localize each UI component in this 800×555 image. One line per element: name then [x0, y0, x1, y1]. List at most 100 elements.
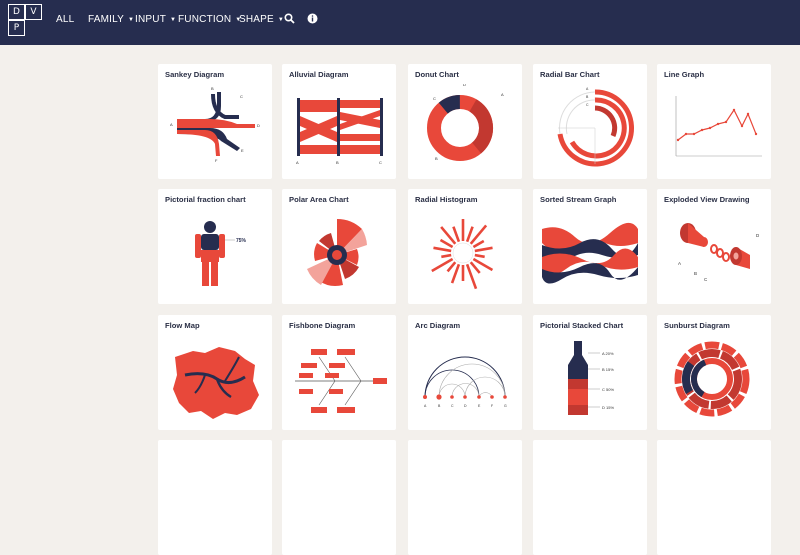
svg-text:G: G	[504, 404, 507, 408]
card-arc-diagram[interactable]: Arc Diagram A B C D E F G	[408, 315, 522, 430]
fishbone-diagram-thumbnail	[295, 349, 387, 413]
chevron-down-icon: ▼	[170, 16, 177, 23]
radial-histogram-thumbnail	[431, 219, 494, 290]
polar-area-chart-thumbnail	[307, 218, 367, 286]
svg-text:B: B	[438, 404, 441, 408]
card-title: Flow Map	[165, 321, 200, 330]
nav-input[interactable]: INPUT ▼	[135, 14, 176, 25]
svg-text:A: A	[678, 261, 681, 266]
svg-text:D: D	[464, 404, 467, 408]
card-line-graph[interactable]: Line Graph	[657, 64, 771, 179]
card-radial-histogram[interactable]: Radial Histogram	[408, 189, 522, 304]
nav-family-label: FAMILY	[88, 14, 125, 25]
svg-text:A: A	[424, 404, 427, 408]
logo-letter	[25, 20, 42, 36]
svg-text:C: C	[586, 103, 589, 107]
card-partial[interactable]	[408, 440, 522, 555]
svg-text:C: C	[433, 96, 436, 101]
card-title: Arc Diagram	[415, 321, 461, 330]
sorted-stream-graph-thumbnail	[542, 222, 638, 284]
nav-family[interactable]: FAMILY ▼	[88, 14, 134, 25]
search-icon[interactable]	[284, 13, 295, 24]
card-partial[interactable]	[158, 440, 272, 555]
card-flow-map[interactable]: Flow Map	[158, 315, 272, 430]
card-sankey-diagram[interactable]: Sankey Diagram A B C D E F	[158, 64, 272, 179]
sankey-diagram-thumbnail: A B C D E F	[170, 86, 260, 163]
nav-input-label: INPUT	[135, 14, 166, 25]
svg-text:C: C	[704, 277, 708, 282]
pictorial-stacked-chart-thumbnail: A 20% B 15% C 50% D 15%	[568, 341, 614, 415]
svg-text:A: A	[501, 92, 504, 97]
svg-text:A: A	[296, 160, 299, 165]
svg-text:D: D	[756, 233, 760, 238]
svg-text:C: C	[240, 94, 243, 99]
exploded-view-drawing-thumbnail: A B C D	[678, 223, 760, 282]
card-title: Exploded View Drawing	[664, 195, 750, 204]
nav-all-label: ALL	[56, 14, 75, 25]
card-title: Donut Chart	[415, 70, 459, 79]
card-title: Radial Histogram	[415, 195, 478, 204]
card-sorted-stream-graph[interactable]: Sorted Stream Graph	[533, 189, 647, 304]
card-partial[interactable]	[282, 440, 396, 555]
stacked-label: D 15%	[602, 405, 614, 410]
logo-letter: P	[8, 20, 25, 36]
top-navbar: D V P ALL FAMILY ▼ INPUT ▼ FUNCTION ▼ SHAPE…	[0, 0, 800, 45]
stacked-label: B 15%	[602, 367, 614, 372]
svg-text:E: E	[241, 148, 244, 153]
card-pictorial-fraction-chart[interactable]: Pictorial fraction chart 75%	[158, 189, 272, 304]
svg-text:B: B	[336, 160, 339, 165]
nav-function[interactable]: FUNCTION ▼	[178, 14, 241, 25]
pictorial-fraction-chart-thumbnail: 75%	[195, 221, 247, 286]
radial-bar-chart-thumbnail: A B C	[557, 87, 634, 167]
nav-all[interactable]: ALL	[56, 14, 74, 25]
svg-text:F: F	[215, 158, 218, 163]
logo-letter: V	[25, 4, 42, 20]
card-partial[interactable]	[533, 440, 647, 555]
donut-chart-thumbnail: A D C B	[426, 84, 504, 161]
card-title: Pictorial fraction chart	[165, 195, 246, 204]
card-title: Sankey Diagram	[165, 70, 225, 79]
card-title: Radial Bar Chart	[540, 70, 600, 79]
svg-text:E: E	[478, 404, 481, 408]
chevron-down-icon: ▼	[128, 16, 135, 23]
card-title: Alluvial Diagram	[289, 70, 349, 79]
card-title: Line Graph	[664, 70, 705, 79]
nav-shape-label: SHAPE	[239, 14, 274, 25]
card-donut-chart[interactable]: Donut Chart A D C B	[408, 64, 522, 179]
card-title: Sorted Stream Graph	[540, 195, 617, 204]
card-radial-bar-chart[interactable]: Radial Bar Chart A B C	[533, 64, 647, 179]
card-title: Sunburst Diagram	[664, 321, 730, 330]
card-exploded-view-drawing[interactable]: Exploded View Drawing A B C D	[657, 189, 771, 304]
card-alluvial-diagram[interactable]: Alluvial Diagram A B C	[282, 64, 396, 179]
svg-text:C: C	[451, 404, 454, 408]
nav-function-label: FUNCTION	[178, 14, 232, 25]
card-pictorial-stacked-chart[interactable]: Pictorial Stacked Chart A 20% B 15% C 50…	[533, 315, 647, 430]
svg-text:C: C	[379, 160, 382, 165]
flow-map-thumbnail	[173, 347, 259, 419]
card-fishbone-diagram[interactable]: Fishbone Diagram	[282, 315, 396, 430]
card-title: Polar Area Chart	[289, 195, 349, 204]
svg-text:B: B	[694, 271, 697, 276]
svg-text:B: B	[586, 95, 589, 99]
card-partial[interactable]	[657, 440, 771, 555]
card-sunburst-diagram[interactable]: Sunburst Diagram	[657, 315, 771, 430]
dvp-logo[interactable]: D V P	[8, 4, 42, 36]
stacked-label: A 20%	[602, 351, 614, 356]
svg-text:F: F	[491, 404, 493, 408]
fraction-label: 75%	[236, 238, 247, 244]
arc-diagram-thumbnail: A B C D E F G	[423, 356, 507, 408]
stacked-label: C 50%	[602, 387, 614, 392]
svg-text:D: D	[257, 123, 260, 128]
card-title: Fishbone Diagram	[289, 321, 356, 330]
svg-text:D: D	[463, 84, 466, 87]
alluvial-diagram-thumbnail: A B C	[296, 98, 383, 165]
nav-shape[interactable]: SHAPE ▼	[239, 14, 284, 25]
info-icon[interactable]	[307, 13, 318, 24]
svg-text:A: A	[170, 122, 173, 127]
line-graph-thumbnail	[675, 96, 762, 157]
logo-letter: D	[8, 4, 25, 20]
sunburst-diagram-thumbnail	[674, 341, 750, 417]
card-polar-area-chart[interactable]: Polar Area Chart	[282, 189, 396, 304]
svg-text:B: B	[211, 86, 214, 91]
svg-text:A: A	[586, 87, 589, 91]
